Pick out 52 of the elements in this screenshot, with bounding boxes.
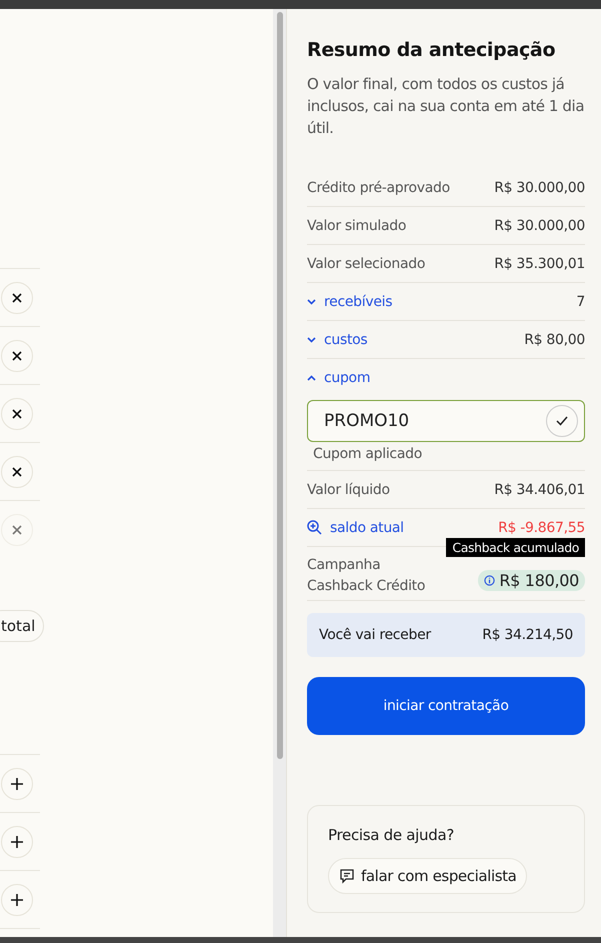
row-label: Campanha Cashback Crédito	[307, 556, 426, 596]
row-label: Valor selecionado	[307, 256, 426, 272]
total-label: Você vai receber	[319, 627, 431, 643]
coupon-status: Cupom aplicado	[313, 446, 423, 462]
help-title: Precisa de ajuda?	[328, 826, 454, 844]
row-value: R$ 35.300,01	[494, 256, 585, 272]
row-value: R$ 34.406,01	[494, 482, 585, 498]
close-icon	[12, 466, 22, 476]
specialist-button[interactable]: falar com especialista	[328, 858, 528, 894]
plus-icon	[11, 778, 23, 790]
row-label: Valor simulado	[307, 218, 406, 234]
add-button[interactable]	[1, 884, 33, 916]
total-value: R$ 34.214,50	[482, 627, 573, 643]
close-icon	[12, 350, 22, 360]
start-button[interactable]: iniciar contratação	[307, 677, 585, 735]
summary-title: Resumo da antecipação	[307, 39, 556, 61]
zoom-in-icon	[307, 520, 322, 535]
plus-icon	[11, 836, 23, 848]
row-label: Valor líquido	[307, 482, 390, 498]
filter-chip[interactable]: total	[0, 610, 44, 642]
expand-toggle[interactable]: custos	[307, 332, 368, 348]
add-button[interactable]	[1, 826, 33, 858]
row-value: R$ -9.867,55	[498, 520, 585, 536]
row-value: R$ 30.000,00	[494, 218, 585, 234]
close-icon	[12, 408, 22, 418]
chevron-down-icon	[307, 336, 316, 342]
expand-toggle[interactable]: recebíveis	[307, 294, 392, 310]
chevron-up-icon	[307, 374, 316, 380]
confirm-button[interactable]	[546, 405, 578, 437]
scrollbar-thumb[interactable]	[276, 12, 282, 759]
remove-button[interactable]	[1, 282, 33, 314]
add-button[interactable]	[1, 768, 33, 800]
remove-button[interactable]	[1, 340, 33, 372]
tooltip: Cashback acumulado	[446, 538, 585, 557]
row-value: R$ 80,00	[524, 332, 585, 348]
chevron-down-icon	[307, 298, 316, 304]
check-icon	[556, 416, 568, 426]
chat-icon	[339, 868, 355, 884]
row-value: R$ 30.000,00	[494, 180, 585, 196]
info-icon[interactable]	[484, 575, 496, 586]
row-value: 7	[576, 294, 585, 310]
close-icon	[12, 292, 22, 302]
balance-link[interactable]: saldo atual	[307, 520, 404, 536]
row-label: Crédito pré-aprovado	[307, 180, 450, 196]
cashback-badge: R$ 180,00	[478, 570, 585, 591]
plus-icon	[11, 894, 23, 906]
summary-description: O valor final, com todos os custos já inclusos, cai na sua conta em até 1 dia útil.	[307, 74, 585, 139]
remove-button[interactable]	[1, 398, 33, 430]
expand-toggle[interactable]: cupom	[307, 370, 370, 386]
close-icon	[12, 524, 22, 534]
coupon-field[interactable]: PROMO10	[307, 400, 585, 442]
remove-button[interactable]	[1, 456, 33, 488]
